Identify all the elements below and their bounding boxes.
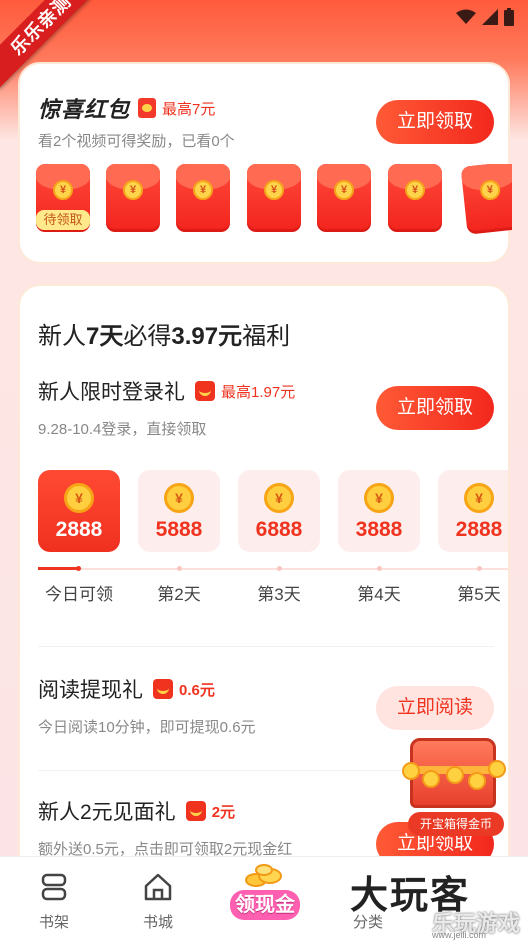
day-box-3[interactable]: ¥ 6888	[238, 470, 320, 552]
login-gift-title-row: 新人限时登录礼 最高1.97元	[38, 376, 295, 406]
tab-shelf[interactable]: 书架	[4, 857, 104, 940]
timeline-dot	[277, 566, 282, 571]
timeline-dot	[76, 566, 81, 571]
coin-icon: ¥	[53, 180, 73, 200]
red-envelope-icon	[195, 381, 215, 401]
surprise-max-text: 最高7元	[162, 100, 216, 118]
timeline-dot	[377, 566, 382, 571]
login-gift-claim-button[interactable]: 立即领取	[376, 386, 494, 430]
coin-icon: ¥	[364, 483, 394, 513]
day-label: 第3天	[257, 585, 301, 604]
day-label: 第2天	[157, 585, 201, 604]
pending-tag: 待领取	[36, 210, 90, 230]
surprise-envelope-card: 惊喜红包 最高7元 看2个视频可得奖励，已看0个 立即领取 ¥ 待领取 ¥ ¥ …	[18, 62, 512, 264]
meet-gift-title: 新人2元见面礼	[38, 801, 176, 824]
surprise-title: 惊喜红包	[38, 97, 131, 122]
day-timeline	[38, 568, 508, 570]
envelope-item[interactable]: ¥	[106, 164, 160, 232]
day-box-4[interactable]: ¥ 3888	[338, 470, 420, 552]
envelope-item[interactable]: ¥ 待领取	[36, 164, 90, 232]
day-amount: 6888	[255, 518, 303, 541]
timeline-dot	[177, 566, 182, 571]
day-label: 今日可领	[45, 585, 113, 604]
watermark-url: www.jeili.com	[432, 930, 487, 940]
coin-icon: ¥	[123, 180, 143, 200]
envelope-item[interactable]: ¥	[176, 164, 230, 232]
wifi-icon	[456, 9, 476, 24]
status-icons	[456, 8, 514, 26]
read-gift-subtitle: 今日阅读10分钟，即可提现0.6元	[38, 719, 256, 736]
surprise-claim-button[interactable]: 立即领取	[376, 100, 494, 144]
read-now-button[interactable]: 立即阅读	[376, 686, 494, 730]
newbie-title-mid: 必得	[123, 323, 172, 350]
red-envelope-icon	[138, 98, 157, 118]
day-box-2[interactable]: ¥ 5888	[138, 470, 220, 552]
day-amount: 2888	[55, 518, 103, 541]
login-gift-title: 新人限时登录礼	[38, 381, 185, 404]
tab-store[interactable]: 书城	[108, 857, 208, 940]
coin-icon: ¥	[193, 180, 213, 200]
coin-icon: ¥	[264, 180, 284, 200]
day-box-5[interactable]: ¥ 2888	[438, 470, 508, 552]
newbie-title-suffix: 福利	[242, 323, 291, 350]
newbie-title: 新人7天必得3.97元福利	[38, 316, 290, 351]
read-gift-title: 阅读提现礼	[38, 679, 143, 702]
envelope-item-stack[interactable]: ¥	[460, 164, 512, 235]
tab-shelf-label: 书架	[38, 914, 69, 931]
read-gift-amount: 0.6元	[179, 681, 215, 699]
day-amount: 2888	[455, 518, 503, 541]
newbie-title-days: 7天	[86, 323, 124, 350]
surprise-title-row: 惊喜红包 最高7元	[38, 92, 215, 124]
read-gift-title-row: 阅读提现礼 0.6元	[38, 674, 215, 704]
day-label: 第5天	[457, 585, 501, 604]
red-envelope-icon	[153, 679, 173, 699]
treasure-chest-widget[interactable]: 开宝箱得金币	[392, 728, 516, 840]
coin-icon: ¥	[405, 180, 425, 200]
tab-cash[interactable]: 领现金	[230, 890, 300, 920]
home-icon	[144, 873, 172, 901]
newbie-title-amount: 3.97元	[171, 323, 243, 350]
divider	[38, 646, 494, 647]
coin-icon: ¥	[264, 483, 294, 513]
day-amount: 3888	[355, 518, 403, 541]
envelope-item[interactable]: ¥	[247, 164, 301, 232]
day-label: 第4天	[357, 585, 401, 604]
timeline-dot	[477, 566, 482, 571]
coin-icon: ¥	[64, 483, 94, 513]
coin-pile-icon	[245, 864, 282, 887]
coin-icon: ¥	[334, 180, 354, 200]
battery-icon	[504, 8, 514, 26]
login-gift-max: 最高1.97元	[221, 383, 296, 401]
envelope-item[interactable]: ¥	[317, 164, 371, 232]
coin-icon: ¥	[464, 483, 494, 513]
newbie-title-prefix: 新人	[38, 323, 86, 350]
tab-store-label: 书城	[142, 914, 173, 931]
coin-icon: ¥	[164, 483, 194, 513]
site-watermark: 大玩客 乐玩游戏 www.jeili.com	[350, 864, 528, 940]
day-timeline-progress	[38, 567, 78, 570]
bookshelf-icon	[41, 873, 67, 901]
chest-label: 开宝箱得金币	[408, 812, 504, 836]
day-amount: 5888	[155, 518, 203, 541]
day-box-1[interactable]: ¥ 2888	[38, 470, 120, 552]
gold-coins-icon	[402, 758, 506, 794]
signal-icon	[482, 9, 498, 25]
red-envelope-icon	[185, 801, 206, 821]
envelope-item[interactable]: ¥	[388, 164, 442, 232]
meet-gift-title-row: 新人2元见面礼 2元	[38, 796, 235, 826]
meet-gift-amount: 2元	[211, 803, 236, 821]
envelope-list: ¥ 待领取 ¥ ¥ ¥ ¥ ¥ ¥	[36, 164, 512, 236]
login-gift-subtitle: 9.28-10.4登录，直接领取	[38, 421, 207, 438]
surprise-subtitle: 看2个视频可得奖励，已看0个	[38, 133, 235, 150]
